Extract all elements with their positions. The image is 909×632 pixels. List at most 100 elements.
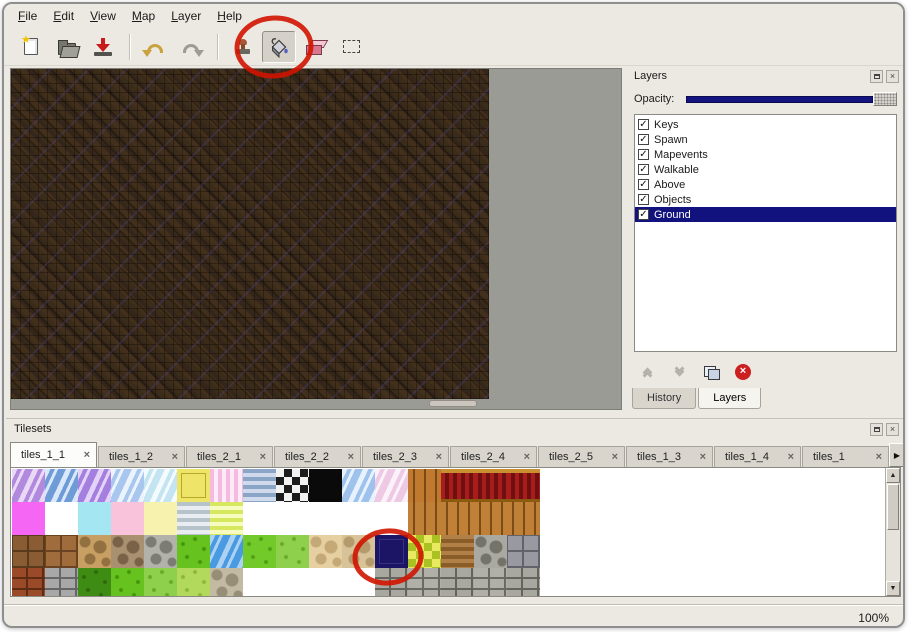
layer-row-mapevents[interactable]: ✓Mapevents bbox=[635, 147, 896, 162]
menu-item-view[interactable]: View bbox=[82, 5, 124, 27]
float-panel-button[interactable] bbox=[870, 70, 883, 83]
map-horizontal-scrollbar[interactable] bbox=[429, 400, 477, 407]
layer-row-objects[interactable]: ✓Objects bbox=[635, 192, 896, 207]
tab-close-icon[interactable]: × bbox=[876, 451, 882, 463]
tab-close-icon[interactable]: × bbox=[84, 449, 90, 461]
tab-close-icon[interactable]: × bbox=[260, 451, 266, 463]
fill-tool-button[interactable] bbox=[262, 31, 296, 63]
tab-close-icon[interactable]: × bbox=[436, 451, 442, 463]
tileset-tab-tiles_1_3[interactable]: tiles_1_3× bbox=[626, 446, 713, 467]
tile-pebbles[interactable] bbox=[111, 535, 144, 568]
layer-visibility-checkbox[interactable]: ✓ bbox=[638, 134, 649, 145]
undo-button[interactable] bbox=[138, 31, 172, 63]
tile-gray-brick[interactable] bbox=[474, 568, 507, 597]
raise-layer-button[interactable] bbox=[634, 362, 660, 382]
tile-pink-tile[interactable] bbox=[111, 502, 144, 535]
palette-vertical-scrollbar[interactable]: ▲ ▼ bbox=[885, 468, 900, 596]
tile-brown-stone[interactable] bbox=[12, 535, 45, 568]
tab-scroll-right-button[interactable]: ▶ bbox=[889, 443, 905, 467]
stamp-tool-button[interactable] bbox=[226, 31, 260, 63]
tile-gray-brick[interactable] bbox=[408, 568, 441, 597]
tile-red-curtain[interactable] bbox=[441, 469, 474, 502]
lower-layer-button[interactable] bbox=[666, 362, 692, 382]
tab-close-icon[interactable]: × bbox=[172, 451, 178, 463]
tab-close-icon[interactable]: × bbox=[788, 451, 794, 463]
tile-yellow-grass[interactable] bbox=[177, 568, 210, 597]
tile-blank[interactable] bbox=[243, 568, 276, 597]
duplicate-layer-button[interactable] bbox=[698, 362, 724, 382]
tile-blank[interactable] bbox=[243, 502, 276, 535]
tile-light-pink-glass[interactable] bbox=[375, 469, 408, 502]
tile-pink-stripes[interactable] bbox=[210, 469, 243, 502]
opacity-slider-track[interactable] bbox=[686, 96, 873, 103]
tab-close-icon[interactable]: × bbox=[612, 451, 618, 463]
tile-blank[interactable] bbox=[342, 502, 375, 535]
layer-row-ground[interactable]: ✓Ground bbox=[635, 207, 896, 222]
tile-red-curtain[interactable] bbox=[507, 469, 540, 502]
redo-button[interactable] bbox=[174, 31, 208, 63]
tile-wood-column[interactable] bbox=[408, 502, 441, 535]
tile-light-grass[interactable] bbox=[276, 535, 309, 568]
tile-gray-brick[interactable] bbox=[375, 568, 408, 597]
layer-row-walkable[interactable]: ✓Walkable bbox=[635, 162, 896, 177]
tab-close-icon[interactable]: × bbox=[524, 451, 530, 463]
tile-gray-stripes[interactable] bbox=[177, 502, 210, 535]
tile-magenta-tile[interactable] bbox=[12, 502, 45, 535]
select-tool-button[interactable] bbox=[334, 31, 368, 63]
tile-wood-column[interactable] bbox=[507, 502, 540, 535]
open-map-button[interactable] bbox=[50, 31, 84, 63]
layer-visibility-checkbox[interactable]: ✓ bbox=[638, 194, 649, 205]
tile-sand[interactable] bbox=[309, 535, 342, 568]
tile-blue-gray-stripes[interactable] bbox=[243, 469, 276, 502]
tile-yellow-green-stripes[interactable] bbox=[210, 502, 243, 535]
menu-item-layer[interactable]: Layer bbox=[163, 5, 209, 27]
tile-gray-cobble[interactable] bbox=[474, 535, 507, 568]
tile-ladder[interactable] bbox=[408, 469, 441, 502]
map-canvas[interactable] bbox=[11, 69, 489, 399]
close-panel-button[interactable]: × bbox=[886, 423, 899, 436]
tile-gray-brick[interactable] bbox=[45, 568, 78, 597]
tileset-tab-tiles_1_2[interactable]: tiles_1_2× bbox=[98, 446, 185, 467]
layer-visibility-checkbox[interactable]: ✓ bbox=[638, 179, 649, 190]
tile-grass[interactable] bbox=[111, 568, 144, 597]
dock-tab-layers[interactable]: Layers bbox=[698, 388, 761, 409]
menu-item-file[interactable]: File bbox=[10, 5, 45, 27]
tileset-tab-tiles_1[interactable]: tiles_1× bbox=[802, 446, 889, 467]
tile-blank[interactable] bbox=[342, 568, 375, 597]
tile-cyan-glass[interactable] bbox=[144, 469, 177, 502]
tile-light-grass[interactable] bbox=[144, 568, 177, 597]
tile-gray-stones[interactable] bbox=[144, 535, 177, 568]
tile-blank[interactable] bbox=[276, 568, 309, 597]
tile-yellow-tile[interactable] bbox=[177, 469, 210, 502]
tile-gray-brick[interactable] bbox=[507, 568, 540, 597]
layer-row-keys[interactable]: ✓Keys bbox=[635, 117, 896, 132]
tile-checker-tile[interactable] bbox=[276, 469, 309, 502]
menu-item-help[interactable]: Help bbox=[209, 5, 250, 27]
tile-light-blue-glass[interactable] bbox=[342, 469, 375, 502]
tile-black-tile[interactable] bbox=[309, 469, 342, 502]
layer-visibility-checkbox[interactable]: ✓ bbox=[638, 164, 649, 175]
tile-dark-grass[interactable] bbox=[78, 568, 111, 597]
tile-pale-yellow-tile[interactable] bbox=[144, 502, 177, 535]
tile-grass-2[interactable] bbox=[243, 535, 276, 568]
tile-wood-column[interactable] bbox=[474, 502, 507, 535]
tile-green-check[interactable] bbox=[408, 535, 441, 568]
tile-pale-blue-glass[interactable] bbox=[111, 469, 144, 502]
tileset-tab-tiles_2_4[interactable]: tiles_2_4× bbox=[450, 446, 537, 467]
tile-blue-glass[interactable] bbox=[45, 469, 78, 502]
tile-brown-brick[interactable] bbox=[12, 568, 45, 597]
float-panel-button[interactable] bbox=[870, 423, 883, 436]
tileset-tab-tiles_2_3[interactable]: tiles_2_3× bbox=[362, 446, 449, 467]
tileset-tab-tiles_1_1[interactable]: tiles_1_1× bbox=[10, 442, 97, 467]
tile-gravel[interactable] bbox=[210, 568, 243, 597]
tile-dark-blue-tile[interactable] bbox=[375, 535, 408, 568]
tileset-tab-tiles_2_1[interactable]: tiles_2_1× bbox=[186, 446, 273, 467]
tile-blank[interactable] bbox=[375, 502, 408, 535]
tileset-tab-tiles_2_5[interactable]: tiles_2_5× bbox=[538, 446, 625, 467]
scrollbar-thumb[interactable] bbox=[887, 484, 899, 530]
menu-item-map[interactable]: Map bbox=[124, 5, 163, 27]
scroll-down-button[interactable]: ▼ bbox=[886, 581, 900, 596]
opacity-slider-handle[interactable] bbox=[873, 92, 897, 106]
tile-purple-glass[interactable] bbox=[12, 469, 45, 502]
tileset-tab-tiles_1_4[interactable]: tiles_1_4× bbox=[714, 446, 801, 467]
